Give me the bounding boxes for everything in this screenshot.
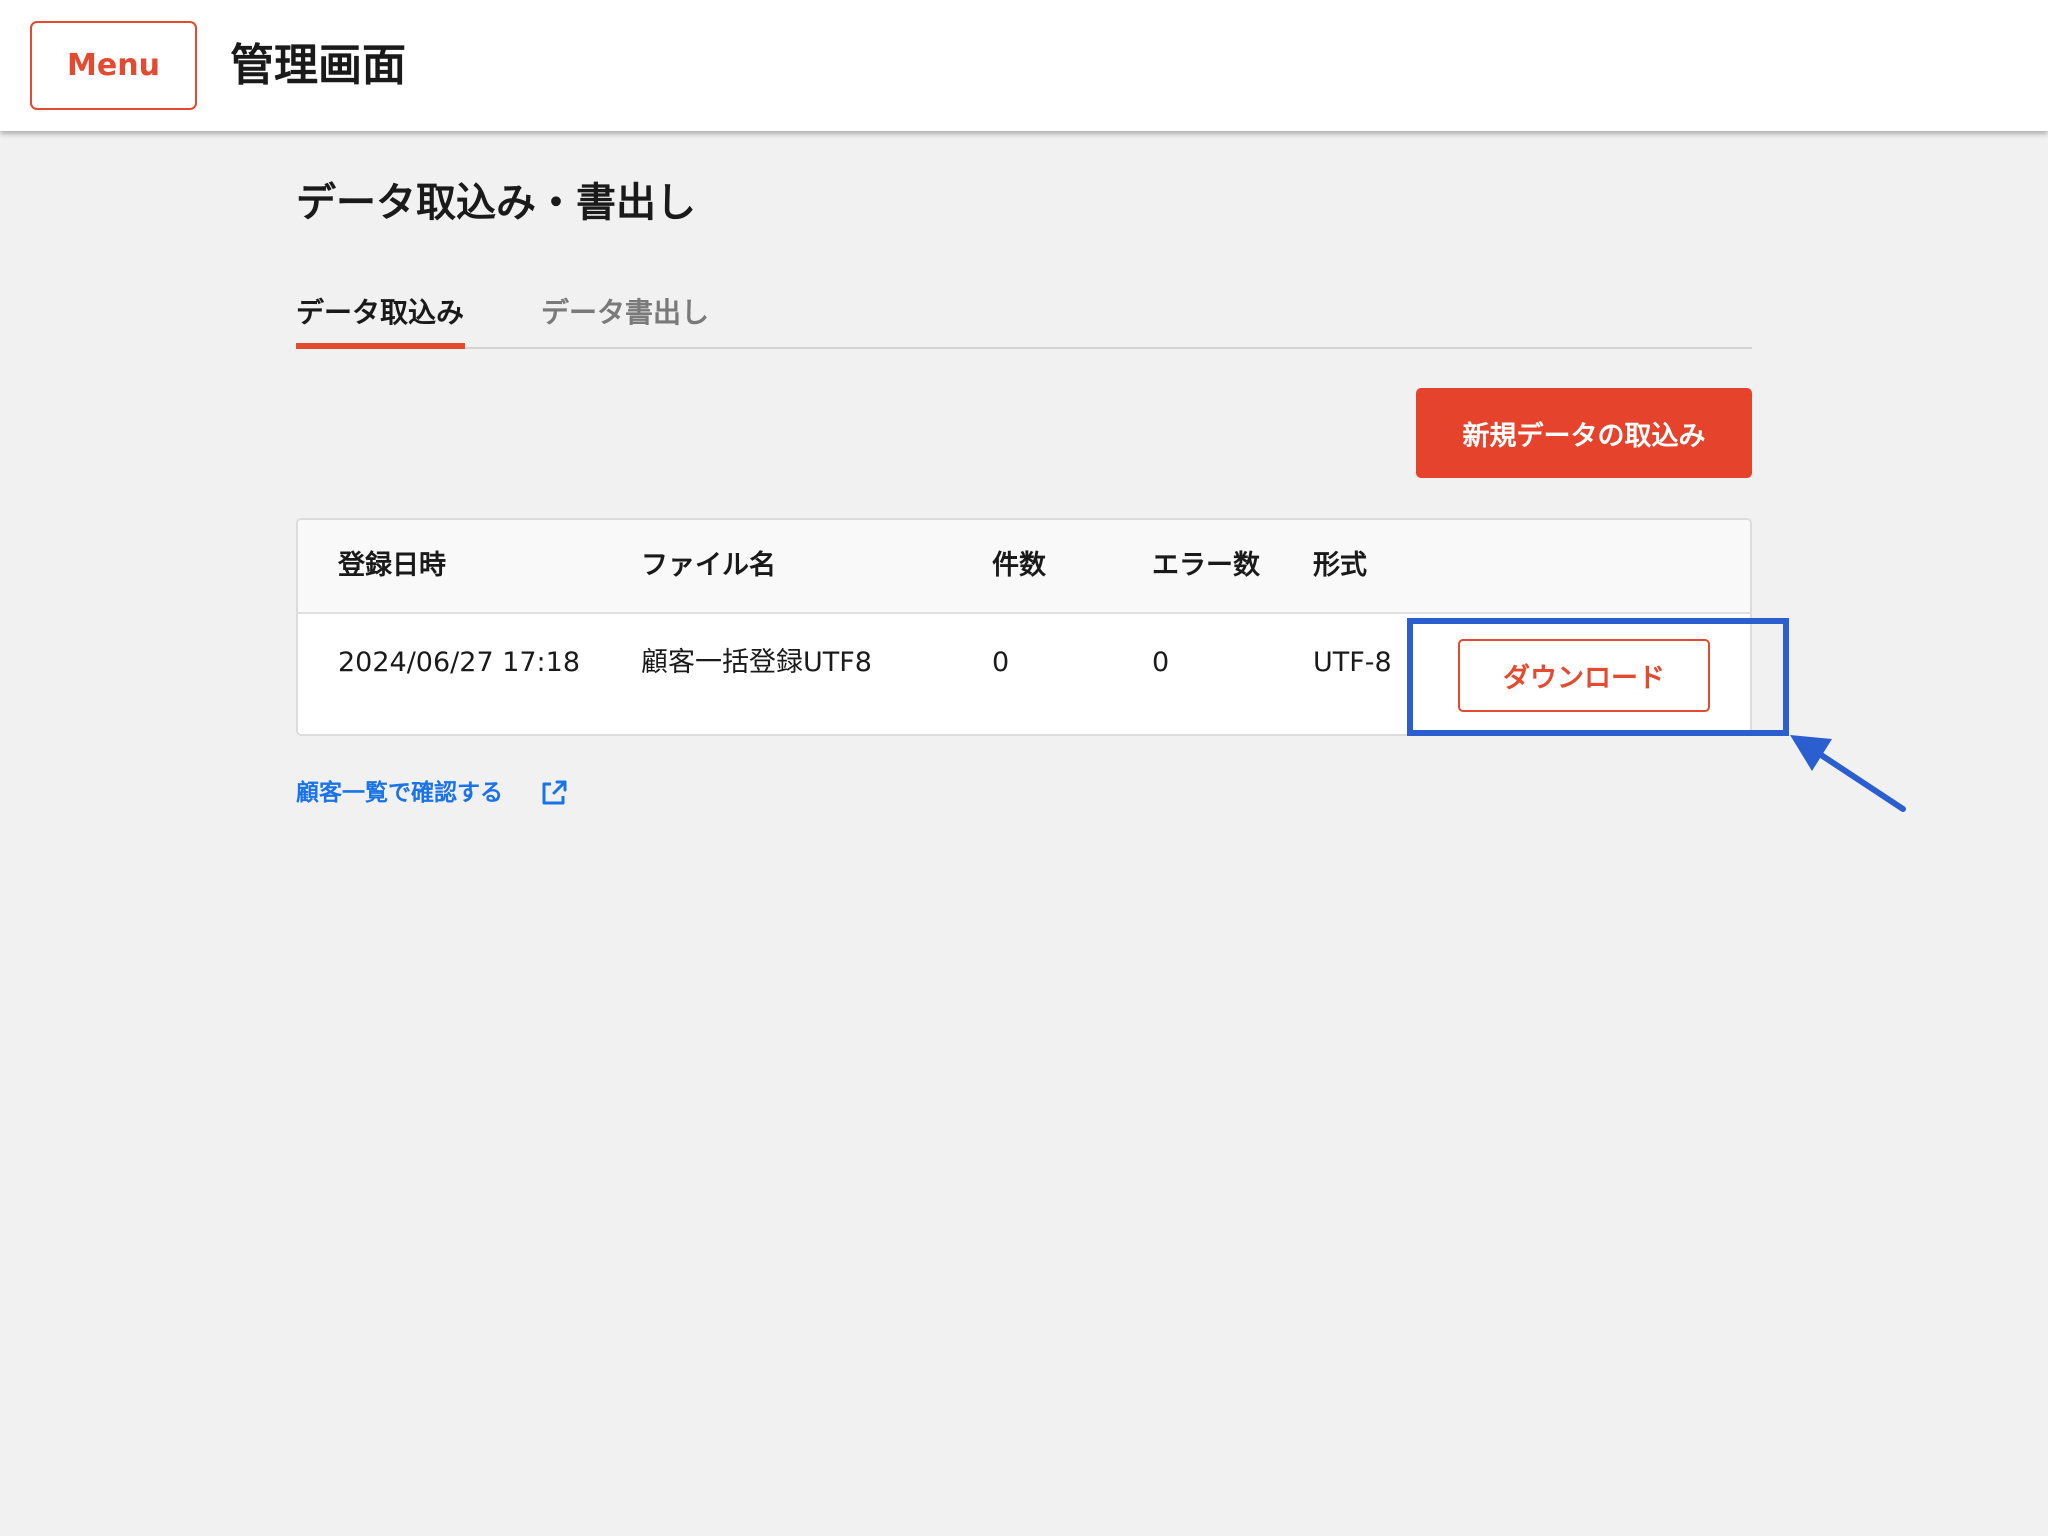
column-header-file-name: ファイル名 bbox=[641, 550, 776, 581]
customer-list-link-label: 顧客一覧で確認する bbox=[296, 780, 503, 806]
external-link-icon[interactable] bbox=[539, 778, 569, 808]
tab-data-import[interactable]: データ取込み bbox=[296, 283, 465, 349]
app-header: Menu 管理画面 bbox=[0, 0, 2048, 131]
column-header-format: 形式 bbox=[1313, 550, 1367, 581]
cell-count: 0 bbox=[992, 647, 1010, 678]
app-title: 管理画面 bbox=[230, 40, 406, 91]
tab-data-export[interactable]: データ書出し bbox=[541, 283, 709, 347]
cell-file-name: 顧客一括登録UTF8 bbox=[641, 647, 872, 678]
column-header-count: 件数 bbox=[992, 550, 1046, 581]
column-header-registered-at: 登録日時 bbox=[338, 550, 446, 581]
tab-bar: データ取込み データ書出し bbox=[296, 283, 1752, 349]
table-header: 登録日時 ファイル名 件数 エラー数 形式 bbox=[298, 520, 1750, 614]
page-title: データ取込み・書出し bbox=[296, 180, 696, 226]
highlight-box bbox=[1407, 618, 1789, 736]
column-header-error-count: エラー数 bbox=[1152, 550, 1260, 581]
menu-button[interactable]: Menu bbox=[30, 21, 197, 110]
customer-list-link[interactable]: 顧客一覧で確認する bbox=[296, 775, 569, 811]
cell-error-count: 0 bbox=[1152, 647, 1170, 678]
new-import-button[interactable]: 新規データの取込み bbox=[1416, 388, 1752, 478]
annotation-arrow-icon bbox=[1790, 735, 1906, 812]
cell-registered-at: 2024/06/27 17:18 bbox=[338, 647, 581, 678]
cell-format: UTF-8 bbox=[1313, 647, 1392, 678]
